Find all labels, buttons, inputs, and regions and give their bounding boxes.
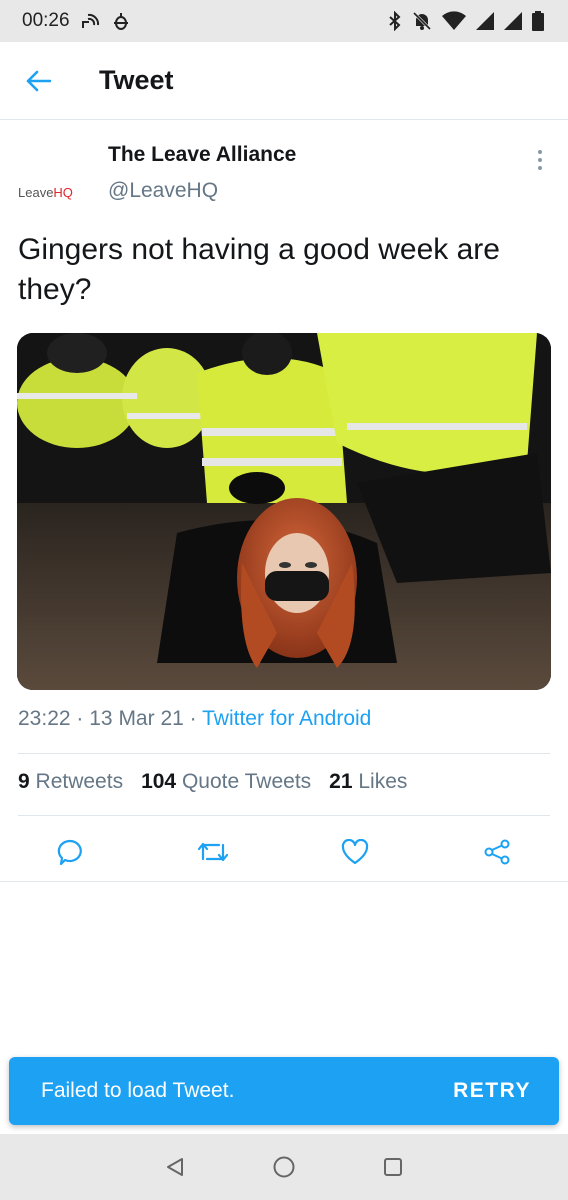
- share-icon: [484, 839, 510, 865]
- likes-count: 21: [329, 770, 353, 793]
- tweet-text: Gingers not having a good week are they?: [18, 233, 500, 306]
- tweet-date: 13 Mar 21: [89, 707, 184, 730]
- page-title: Tweet: [99, 65, 174, 95]
- photo-illustration: [17, 333, 551, 690]
- like-button[interactable]: [335, 832, 375, 872]
- retweets-count: 9: [18, 770, 30, 793]
- retweet-icon: [197, 842, 229, 862]
- status-left: 00:26: [22, 10, 130, 32]
- wifi-icon: [442, 11, 466, 30]
- meta-separator: ·: [189, 707, 197, 730]
- snackbar-message: Failed to load Tweet.: [41, 1079, 235, 1102]
- avatar[interactable]: Leave HQ: [18, 176, 88, 208]
- avatar-text-hq: HQ: [53, 184, 73, 200]
- retweets-label: Retweets: [35, 770, 124, 793]
- battery-icon: [532, 11, 544, 31]
- divider: [18, 815, 550, 816]
- nav-recents-button[interactable]: [373, 1147, 413, 1187]
- wifi-calling-icon: [81, 13, 99, 28]
- mute-bell-icon: [412, 11, 432, 31]
- bluetooth-icon: [389, 11, 401, 31]
- signal-icon: [476, 12, 494, 30]
- more-dot-icon: [538, 150, 542, 154]
- tweet-photo[interactable]: [17, 333, 551, 690]
- retry-button[interactable]: RETRY: [453, 1079, 531, 1103]
- nav-home-button[interactable]: [264, 1147, 304, 1187]
- square-recents-icon: [384, 1158, 403, 1176]
- more-dot-icon: [538, 158, 542, 162]
- author-handle[interactable]: @LeaveHQ: [108, 179, 218, 203]
- tweet-stats: 9 Retweets 104 Quote Tweets 21 Likes: [18, 770, 407, 794]
- tweet-meta: 23:22 · 13 Mar 21 · Twitter for Android: [18, 707, 371, 731]
- divider: [0, 881, 568, 882]
- likes-stat[interactable]: 21 Likes: [329, 770, 407, 794]
- likes-label: Likes: [358, 770, 408, 793]
- tweet-source-link[interactable]: Twitter for Android: [202, 707, 371, 730]
- author-name[interactable]: The Leave Alliance: [108, 143, 296, 167]
- app-bar: Tweet: [0, 42, 568, 120]
- divider: [18, 753, 550, 754]
- arrow-left-icon: [26, 70, 51, 91]
- status-right: [388, 11, 544, 31]
- error-snackbar: Failed to load Tweet. RETRY: [9, 1057, 559, 1125]
- tweet-time: 23:22: [18, 707, 71, 730]
- status-bar: 00:26: [0, 0, 568, 42]
- share-button[interactable]: [477, 832, 517, 872]
- nav-back-button[interactable]: [155, 1147, 195, 1187]
- more-dot-icon: [538, 166, 542, 170]
- retweets-stat[interactable]: 9 Retweets: [18, 770, 123, 794]
- quote-tweets-count: 104: [141, 770, 177, 793]
- meta-separator: ·: [76, 707, 84, 730]
- avatar-text-leave: Leave: [18, 184, 54, 200]
- circle-home-icon: [273, 1156, 295, 1178]
- android-debug-icon: [113, 13, 128, 30]
- system-nav-bar: [0, 1134, 568, 1200]
- triangle-back-icon: [166, 1158, 183, 1176]
- back-button[interactable]: [0, 42, 76, 120]
- reply-icon: [57, 839, 82, 866]
- retweet-button[interactable]: [193, 832, 233, 872]
- like-icon: [341, 839, 369, 865]
- signal-icon: [504, 12, 522, 30]
- quote-tweets-label: Quote Tweets: [181, 770, 312, 793]
- tweet-actions: [0, 820, 568, 880]
- more-options-button[interactable]: [526, 146, 554, 174]
- quote-tweets-stat[interactable]: 104 Quote Tweets: [141, 770, 311, 794]
- reply-button[interactable]: [50, 832, 90, 872]
- status-time: 00:26: [22, 10, 70, 31]
